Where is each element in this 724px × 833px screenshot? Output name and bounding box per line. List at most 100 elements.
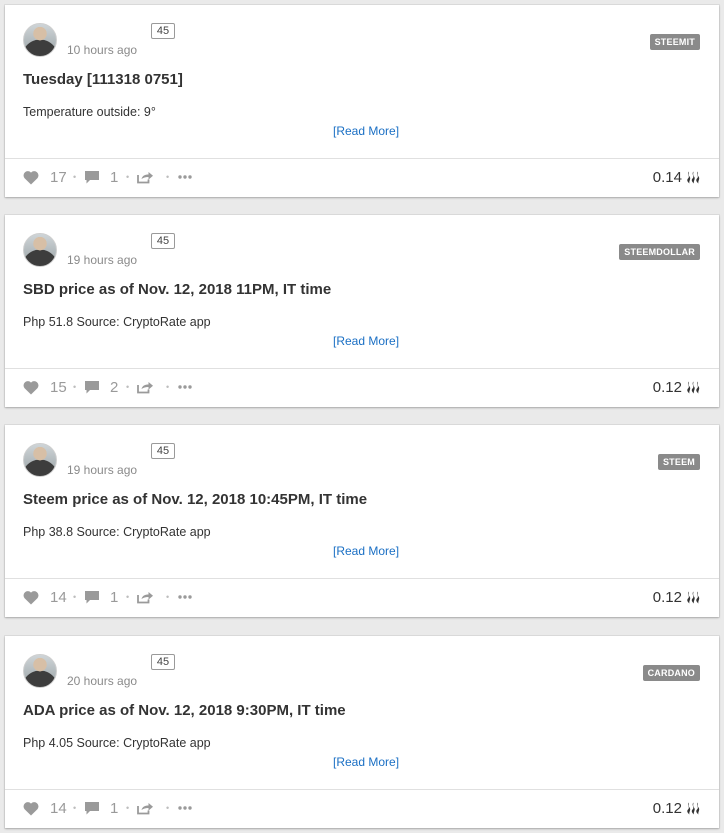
separator-dot: •: [73, 803, 77, 813]
reblog-button[interactable]: [136, 578, 154, 616]
vote-count[interactable]: 14: [50, 789, 67, 827]
comment-button[interactable]: [84, 158, 100, 196]
post-time[interactable]: 10 hours ago: [67, 43, 137, 57]
reblog-button[interactable]: [136, 158, 154, 196]
reblog-button[interactable]: [136, 789, 154, 827]
comment-button[interactable]: [84, 789, 100, 827]
category-tag[interactable]: STEEM: [657, 454, 700, 470]
more-button[interactable]: [178, 789, 192, 827]
upvote-button[interactable]: [23, 578, 39, 616]
reputation-badge: 45: [151, 233, 175, 249]
payout[interactable]: 0.12: [653, 368, 701, 406]
steem-icon: [687, 171, 700, 183]
separator-dot: •: [73, 172, 77, 182]
post-card: 45 10 hours ago STEEMIT Tuesday [111318 …: [5, 5, 719, 197]
separator-dot: •: [73, 382, 77, 392]
reblog-icon: [137, 172, 153, 184]
more-icon: [178, 175, 192, 179]
post-title[interactable]: SBD price as of Nov. 12, 2018 11PM, IT t…: [23, 281, 331, 298]
comment-button[interactable]: [84, 578, 100, 616]
separator-dot: •: [126, 803, 130, 813]
post-feed: 45 10 hours ago STEEMIT Tuesday [111318 …: [0, 0, 724, 833]
post-excerpt: Php 51.8 Source: CryptoRate app: [23, 315, 211, 329]
separator-dot: •: [166, 172, 170, 182]
reputation-badge: 45: [151, 23, 175, 39]
author-avatar[interactable]: [23, 654, 57, 688]
heart-icon: [23, 590, 39, 604]
separator-dot: •: [166, 592, 170, 602]
steem-icon: [687, 381, 700, 393]
comment-count[interactable]: 1: [110, 158, 118, 196]
comment-count[interactable]: 1: [110, 789, 118, 827]
comment-icon: [85, 170, 99, 183]
more-button[interactable]: [178, 158, 192, 196]
separator-dot: •: [126, 172, 130, 182]
category-tag[interactable]: STEEMDOLLAR: [619, 244, 700, 260]
reputation-badge: 45: [151, 443, 175, 459]
post-footer: 14 • 1 • • 0.12: [23, 789, 701, 827]
upvote-button[interactable]: [23, 789, 39, 827]
separator-dot: •: [73, 592, 77, 602]
comment-icon: [85, 801, 99, 814]
post-title[interactable]: Tuesday [111318 0751]: [23, 71, 183, 88]
reblog-button[interactable]: [136, 368, 154, 406]
read-more-link[interactable]: [Read More]: [333, 124, 399, 138]
heart-icon: [23, 170, 39, 184]
post-footer: 15 • 2 • • 0.12: [23, 368, 701, 406]
payout[interactable]: 0.12: [653, 578, 701, 616]
comment-count[interactable]: 2: [110, 368, 118, 406]
post-time[interactable]: 20 hours ago: [67, 674, 137, 688]
category-tag[interactable]: STEEMIT: [649, 34, 700, 50]
comment-icon: [85, 380, 99, 393]
vote-count[interactable]: 14: [50, 578, 67, 616]
post-card: 45 19 hours ago STEEM Steem price as of …: [5, 425, 719, 617]
vote-count[interactable]: 15: [50, 368, 67, 406]
comment-button[interactable]: [84, 368, 100, 406]
post-title[interactable]: Steem price as of Nov. 12, 2018 10:45PM,…: [23, 491, 367, 508]
heart-icon: [23, 801, 39, 815]
steem-icon: [687, 802, 700, 814]
post-excerpt: Temperature outside: 9°: [23, 105, 156, 119]
upvote-button[interactable]: [23, 158, 39, 196]
post-time[interactable]: 19 hours ago: [67, 463, 137, 477]
payout[interactable]: 0.14: [653, 158, 701, 196]
post-card: 45 19 hours ago STEEMDOLLAR SBD price as…: [5, 215, 719, 407]
read-more-link[interactable]: [Read More]: [333, 334, 399, 348]
more-icon: [178, 595, 192, 599]
more-button[interactable]: [178, 578, 192, 616]
payout-value: 0.12: [652, 799, 682, 817]
upvote-button[interactable]: [23, 368, 39, 406]
separator-dot: •: [126, 382, 130, 392]
comment-icon: [85, 590, 99, 603]
payout-value: 0.12: [652, 588, 682, 606]
vote-count[interactable]: 17: [50, 158, 67, 196]
comment-count[interactable]: 1: [110, 578, 118, 616]
reblog-icon: [137, 592, 153, 604]
separator-dot: •: [126, 592, 130, 602]
payout[interactable]: 0.12: [653, 789, 701, 827]
category-tag[interactable]: CARDANO: [642, 665, 700, 681]
separator-dot: •: [166, 803, 170, 813]
payout-value: 0.12: [652, 378, 682, 396]
separator-dot: •: [166, 382, 170, 392]
post-excerpt: Php 38.8 Source: CryptoRate app: [23, 525, 211, 539]
author-avatar[interactable]: [23, 23, 57, 57]
reputation-badge: 45: [151, 654, 175, 670]
reblog-icon: [137, 803, 153, 815]
payout-value: 0.14: [652, 168, 682, 186]
steem-icon: [687, 591, 700, 603]
post-title[interactable]: ADA price as of Nov. 12, 2018 9:30PM, IT…: [23, 702, 346, 719]
more-icon: [178, 385, 192, 389]
read-more-link[interactable]: [Read More]: [333, 544, 399, 558]
post-footer: 17 • 1 • • 0.14: [23, 158, 701, 196]
heart-icon: [23, 380, 39, 394]
post-card: 45 20 hours ago CARDANO ADA price as of …: [5, 636, 719, 828]
author-avatar[interactable]: [23, 443, 57, 477]
more-icon: [178, 806, 192, 810]
post-time[interactable]: 19 hours ago: [67, 253, 137, 267]
post-excerpt: Php 4.05 Source: CryptoRate app: [23, 736, 211, 750]
author-avatar[interactable]: [23, 233, 57, 267]
read-more-link[interactable]: [Read More]: [333, 755, 399, 769]
reblog-icon: [137, 382, 153, 394]
more-button[interactable]: [178, 368, 192, 406]
